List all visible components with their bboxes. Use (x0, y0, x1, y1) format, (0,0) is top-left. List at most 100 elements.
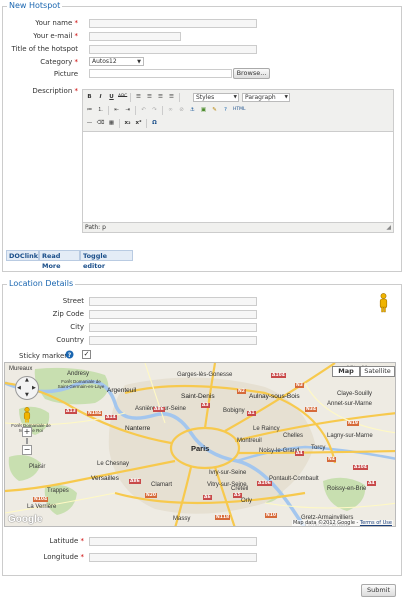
map-city-label: Le Chesnay (97, 461, 130, 467)
name-input[interactable] (89, 19, 257, 28)
editor-content-area[interactable] (83, 131, 393, 223)
align-right-icon[interactable]: ☰ (156, 93, 165, 101)
strikethrough-button[interactable]: ABC (118, 93, 127, 101)
terms-of-use-link[interactable]: Terms of Use (360, 520, 392, 526)
toolbar-separator (146, 119, 147, 128)
italic-button[interactable]: I (96, 93, 105, 101)
toggle-editor-button[interactable]: Toggle editor (80, 250, 133, 270)
country-input[interactable] (89, 336, 257, 345)
help-icon[interactable]: ? (65, 350, 74, 359)
remove-format-icon[interactable]: ⌫ (96, 119, 105, 127)
name-label: Your name * (35, 19, 78, 27)
visual-aid-icon[interactable]: ▦ (107, 119, 116, 127)
numbered-list-icon[interactable]: ⒈ (96, 106, 105, 114)
redo-icon[interactable]: ↷ (150, 106, 159, 114)
city-input[interactable] (89, 323, 257, 332)
picture-file-input[interactable] (89, 69, 232, 78)
email-label: Your e-mail * (33, 32, 78, 40)
bold-button[interactable]: B (85, 93, 94, 101)
browse-button[interactable]: Browse... (233, 68, 270, 79)
street-label: Street (62, 297, 84, 305)
map-road-shield: A5 (233, 493, 242, 498)
align-justify-icon[interactable]: ☰ (167, 93, 176, 101)
map-road-shield: N10 (265, 513, 278, 518)
image-icon[interactable]: ▣ (199, 106, 208, 114)
title-label: Title of the hotspot (11, 45, 79, 53)
align-left-icon[interactable]: ☰ (134, 93, 143, 101)
map-road-shield: N4 (327, 457, 336, 462)
html-source-button[interactable]: HTML (233, 106, 246, 114)
map-city-label: Claye-Souilly (337, 391, 373, 397)
map-road-shield: A6 (203, 495, 212, 500)
map-road-shield: A4 (367, 481, 376, 486)
unlink-icon[interactable]: ⊘ (177, 106, 186, 114)
map-type-map-button[interactable]: Map (332, 366, 360, 377)
zoom-out-button[interactable]: − (22, 445, 32, 455)
underline-button[interactable]: U (107, 93, 116, 101)
indent-icon[interactable]: ⇥ (123, 106, 132, 114)
subscript-button[interactable]: x₂ (123, 119, 132, 127)
styles-select[interactable]: Styles ▼ (193, 93, 239, 102)
help-icon[interactable]: ? (221, 106, 230, 114)
zoom-slider-track[interactable] (26, 438, 28, 444)
format-select[interactable]: Paragraph ▼ (242, 93, 290, 102)
horizontal-rule-icon[interactable]: — (85, 119, 94, 127)
map-road-shield: A104 (353, 465, 368, 470)
location-details-legend: Location Details (7, 279, 76, 288)
latitude-input[interactable] (89, 537, 257, 546)
sticky-marker-checkbox[interactable]: ✓ (82, 350, 91, 359)
title-input[interactable] (89, 45, 257, 54)
map-city-label: Le Raincy (253, 426, 280, 432)
sticky-marker-label: Sticky marker (19, 352, 68, 360)
map-view[interactable]: MureauxAndresyGarges-lès-GonesseMitry-Mo… (4, 362, 396, 527)
pegman-icon[interactable] (379, 293, 388, 313)
chevron-down-icon: ▼ (284, 95, 288, 100)
link-icon[interactable]: ∞ (166, 106, 175, 114)
superscript-button[interactable]: x² (134, 119, 143, 127)
doclink-button[interactable]: DOClink (6, 250, 39, 261)
map-data-attribution: Map data ©2012 Google (292, 520, 355, 526)
submit-button[interactable]: Submit (361, 584, 396, 597)
bullet-list-icon[interactable]: ≔ (85, 106, 94, 114)
resize-handle-icon[interactable]: ◢ (386, 224, 391, 231)
pan-control[interactable]: ▲ ▼ ◀ ▶ (15, 376, 39, 400)
outdent-icon[interactable]: ⇤ (112, 106, 121, 114)
undo-icon[interactable]: ↶ (139, 106, 148, 114)
street-input[interactable] (89, 297, 257, 306)
pan-down-icon[interactable]: ▼ (25, 392, 29, 398)
new-hotspot-legend: New Hotspot (7, 1, 63, 10)
map-type-satellite-button[interactable]: Satellite (360, 366, 395, 377)
google-logo: Google (8, 514, 43, 525)
anchor-icon[interactable]: ⚓ (188, 106, 197, 114)
city-label: City (70, 323, 84, 331)
special-char-button[interactable]: Ω (150, 119, 159, 127)
read-more-button[interactable]: Read More (39, 250, 80, 270)
country-label: Country (56, 336, 84, 344)
category-select[interactable]: Autos12 ▼ (89, 57, 144, 66)
map-city-label: Saint-Denis (181, 393, 215, 400)
map-road-shield: N184 (87, 411, 103, 416)
map-road-shield: A14 (105, 415, 117, 420)
map-city-label: Annet-sur-Marne (327, 401, 373, 407)
map-road-shield: A106 (257, 481, 272, 486)
cleanup-icon[interactable]: ✎ (210, 106, 219, 114)
svg-text:?: ? (68, 352, 72, 359)
map-city-label: Massy (173, 516, 191, 522)
map-city-label: Mureaux (9, 366, 33, 372)
zip-input[interactable] (89, 310, 257, 319)
map-city-label: Ivry-sur-Seine (209, 470, 247, 476)
pan-right-icon[interactable]: ▶ (32, 385, 36, 391)
map-city-label: Nanterre (125, 425, 151, 432)
align-center-icon[interactable]: ☰ (145, 93, 154, 101)
pegman-icon[interactable] (23, 407, 31, 423)
map-city-label: Pontault-Combault (269, 476, 319, 482)
map-road-shield: A3 (201, 403, 210, 408)
pan-up-icon[interactable]: ▲ (25, 377, 29, 383)
editor-path: Path: p (85, 224, 106, 231)
latitude-label: Latitude * (49, 537, 84, 545)
longitude-input[interactable] (89, 553, 257, 562)
email-input[interactable] (89, 32, 181, 41)
map-road-shield: N104 (33, 497, 49, 502)
pan-left-icon[interactable]: ◀ (17, 385, 21, 391)
zoom-in-button[interactable]: + (22, 427, 32, 437)
